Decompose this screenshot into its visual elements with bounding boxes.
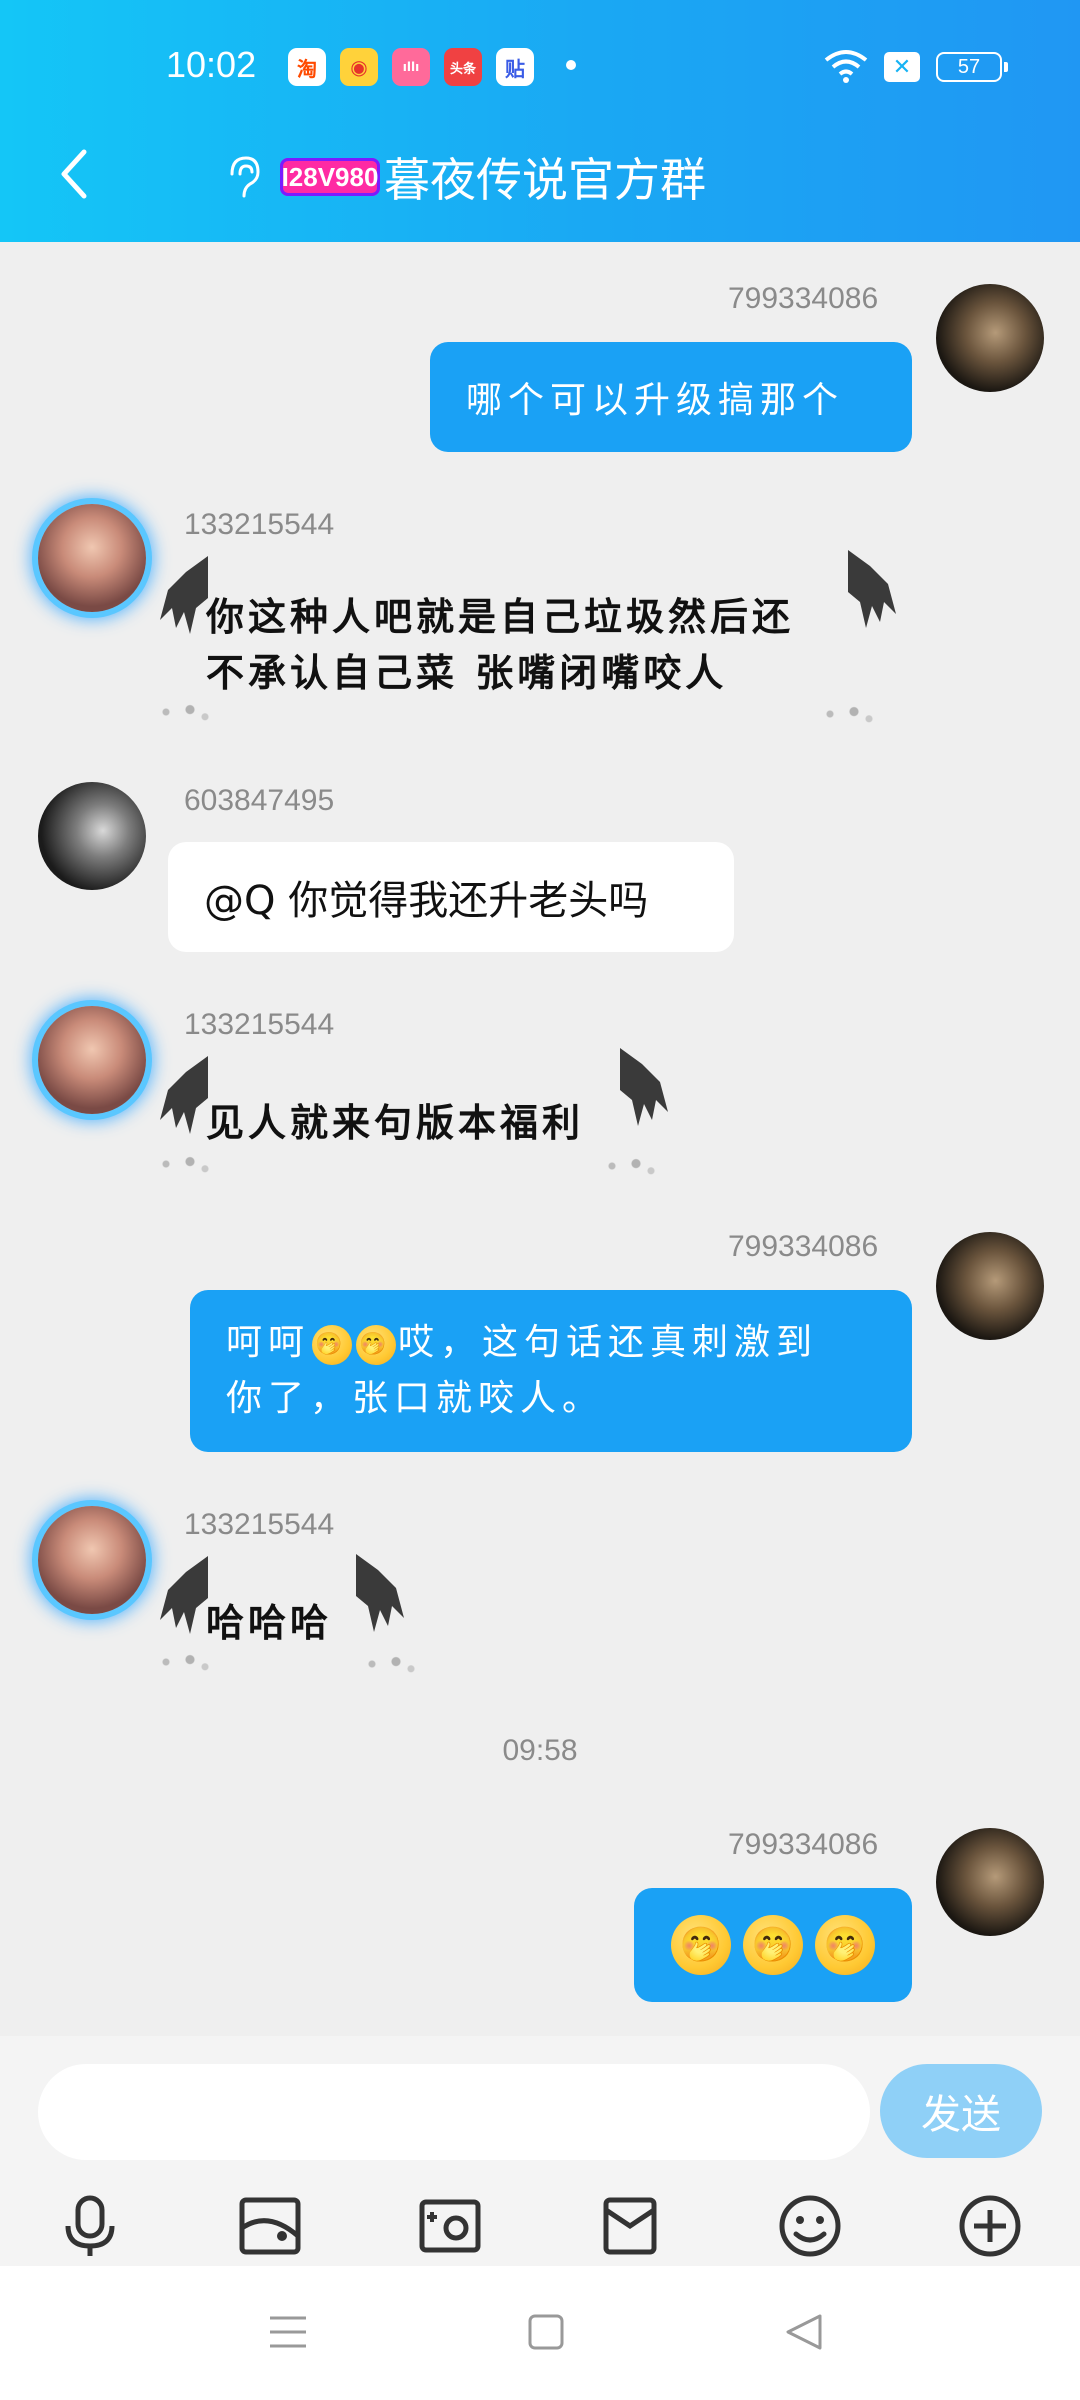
sender-id: 799334086 [728,1828,879,1861]
page-title: 暮夜传说官方群 [384,153,706,207]
no-sim-icon: ✕ [884,52,920,82]
bat-wing-right-icon [356,1554,404,1632]
back-icon[interactable] [54,146,94,202]
cover-mouth-emoji-icon: 🤭 [815,1915,875,1975]
red-packet-icon[interactable] [590,2186,670,2266]
cover-mouth-emoji-icon: 🤭 [356,1325,397,1365]
sender-id: 799334086 [728,282,879,315]
camera-icon[interactable] [410,2186,490,2266]
message-text: @Q 你觉得我还升老头吗 [204,878,649,924]
message-bubble[interactable]: @Q 你觉得我还升老头吗 [168,842,734,952]
avatar[interactable] [38,1006,146,1114]
sender-id: 799334086 [728,1230,879,1263]
tieba-icon: 贴 [496,48,534,86]
chat-messages[interactable]: 799334086 哪个可以升级搞那个 133215544 你这种人吧就是自己垃… [0,242,1080,2036]
wifi-icon [824,50,868,83]
message-text-line: 呵呵 🤭 🤭 哎，这句话还真刺激到 [226,1315,818,1371]
time-separator: 09:58 [502,1734,578,1767]
smoke-decoration [818,702,878,726]
battery-indicator: 57 [936,52,1008,82]
smoke-decoration [154,1152,214,1176]
toutiao-icon: 头条 [444,48,482,86]
add-icon[interactable] [950,2186,1030,2266]
sender-id: 133215544 [184,1508,335,1541]
message-text: 哈哈哈 [206,1600,333,1645]
weibo-icon: ◉ [340,48,378,86]
message-text-suffix: 哎，这句话还真刺激到 [398,1322,819,1363]
message-bubble[interactable]: 呵呵 🤭 🤭 哎，这句话还真刺激到 你了，张口就咬人。 [190,1290,912,1452]
status-time: 10:02 [166,44,257,85]
message-bubble[interactable]: 哪个可以升级搞那个 [430,342,912,452]
status-bar: 10:02 淘 ◉ ıllı 头条 贴 ✕ 57 [0,0,1080,140]
sender-id: 603847495 [184,784,335,817]
message-text: 见人就来句版本福利 [206,1100,585,1145]
input-area: 发送 [0,2036,1080,2266]
group-level-badge: I28V980 [280,158,380,196]
smoke-decoration [360,1652,420,1676]
message-text-line: 你这种人吧就是自己垃圾然后还 [206,594,795,639]
emoji-icon[interactable] [770,2186,850,2266]
ear-icon[interactable] [222,152,266,202]
message-input[interactable] [38,2064,870,2160]
bat-wing-right-icon [620,1048,668,1126]
image-icon[interactable] [230,2186,310,2266]
message-text: 哪个可以升级搞那个 [466,380,845,421]
bat-wing-right-icon [848,550,896,628]
avatar[interactable] [936,284,1044,392]
avatar[interactable] [936,1828,1044,1936]
avatar[interactable] [38,1506,146,1614]
cover-mouth-emoji-icon: 🤭 [671,1915,731,1975]
smoke-decoration [154,700,214,724]
back-nav-icon[interactable] [774,2302,834,2362]
avatar[interactable] [38,504,146,612]
message-text-line: 不承认自己菜 张嘴闭嘴咬人 [206,650,728,695]
more-notifications-dot [566,60,576,70]
avatar[interactable] [38,782,146,890]
smoke-decoration [600,1154,660,1178]
notification-icons: 淘 ◉ ıllı 头条 贴 [288,48,534,86]
message-text-line: 你了，张口就咬人。 [226,1378,605,1419]
avatar[interactable] [936,1232,1044,1340]
bilibili-icon: ıllı [392,48,430,86]
microphone-icon[interactable] [50,2186,130,2266]
menu-icon[interactable] [258,2302,318,2362]
chat-header: 10:02 淘 ◉ ıllı 头条 贴 ✕ 57 I28V980 暮夜传说官方群 [0,0,1080,242]
system-navigation-bar [0,2266,1080,2400]
cover-mouth-emoji-icon: 🤭 [312,1325,353,1365]
cover-mouth-emoji-icon: 🤭 [743,1915,803,1975]
sender-id: 133215544 [184,1008,335,1041]
message-bubble[interactable]: 🤭 🤭 🤭 [634,1888,912,2002]
input-toolbar [0,2186,1080,2266]
home-icon[interactable] [516,2302,576,2362]
taobao-icon: 淘 [288,48,326,86]
sender-id: 133215544 [184,508,335,541]
message-text-prefix: 呵呵 [226,1322,311,1363]
smoke-decoration [154,1650,214,1674]
send-button[interactable]: 发送 [880,2064,1042,2158]
